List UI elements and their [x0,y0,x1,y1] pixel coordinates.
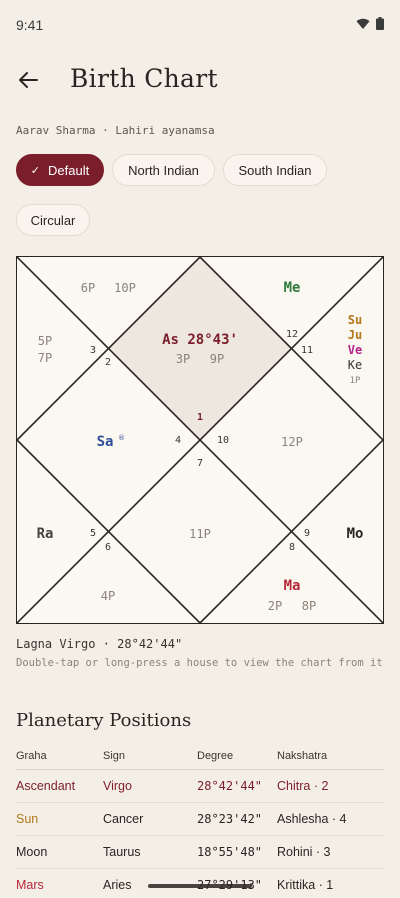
wifi-icon [356,18,370,29]
chip-north-indian[interactable]: North Indian [112,154,215,186]
house-number: 8 [289,542,295,553]
cell-sign: Cancer [103,812,144,826]
chip-south-indian-label: South Indian [238,162,312,178]
house-number: 6 [105,542,111,553]
planet-mo: Mo [347,526,364,542]
point-label: 12P [281,435,303,449]
header-sign: Sign [103,749,126,762]
table-row[interactable]: Sun Cancer 28°23'42" Ashlesha · 4 [16,803,384,836]
cell-graha: Mars [16,878,44,892]
planet-sa: Sa [97,434,114,450]
point-label: 11P [189,527,211,541]
house-number: 9 [304,528,310,539]
app-bar: Birth Chart [0,60,400,100]
table-row[interactable]: Ascendant Virgo 28°42'44" Chitra · 2 [16,770,384,803]
point-label: 4P [101,589,115,603]
header-degree: Degree [197,749,234,762]
birth-chart[interactable]: 1 2 3 4 5 6 7 8 9 10 11 12 3P 9P 6P 10P … [16,256,384,624]
point-label: 9P [210,352,224,366]
chart-hint: Double-tap or long-press a house to view… [16,657,383,669]
section-title: Planetary Positions [16,710,192,731]
home-indicator[interactable] [148,884,252,888]
house-number: 1 [197,412,203,423]
lagna-summary: Lagna Virgo · 28°42'44" [16,637,183,651]
chart-svg: 1 2 3 4 5 6 7 8 9 10 11 12 3P 9P 6P 10P … [17,257,383,623]
point-label: 7P [38,351,52,365]
chip-default-label: Default [48,162,90,178]
point-label: 10P [114,281,136,295]
point-label: 6P [81,281,95,295]
status-bar: 9:41 [0,0,400,52]
cell-nakshatra: Krittika · 1 [277,878,334,892]
point-label: 2P [268,599,282,613]
house-number: 5 [90,528,96,539]
arrow-back-icon [19,72,38,88]
point-label: 1P [350,376,361,386]
page-title: Birth Chart [70,64,218,93]
point-label: 3P [176,352,190,366]
cell-degree: 28°42'44" [197,779,263,793]
cell-nakshatra: Ashlesha · 4 [277,812,347,826]
chip-south-indian[interactable]: South Indian [223,154,327,186]
header-graha: Graha [16,749,47,762]
battery-icon [376,17,384,30]
table-row[interactable]: Moon Taurus 18°55'48" Rohini · 3 [16,836,384,869]
cell-sign: Virgo [103,779,132,793]
house-number: 11 [301,345,313,356]
planet-ju: Ju [348,328,362,342]
cell-nakshatra: Chitra · 2 [277,779,329,793]
cell-graha: Sun [16,812,39,826]
ascendant-label: As 28°43' [162,332,238,348]
status-icons [356,17,384,30]
cell-degree: 18°55'48" [197,845,263,859]
planet-ke: Ke [348,358,362,372]
cell-degree: 28°23'42" [197,812,263,826]
cell-sign: Taurus [103,845,141,859]
planet-ma: Ma [284,578,301,594]
house-number: 3 [90,345,96,356]
cell-nakshatra: Rohini · 3 [277,845,331,859]
planet-su: Su [348,313,362,327]
planet-ra: Ra [37,526,54,542]
planet-me: Me [284,280,301,296]
house-number: 4 [175,435,181,446]
point-label: 8P [302,599,316,613]
chip-default[interactable]: ✓ Default [16,154,104,186]
house-number: 7 [197,458,203,469]
house-number: 2 [105,357,111,368]
house-number: 12 [286,329,298,340]
check-icon: ✓ [30,164,40,177]
cell-graha: Ascendant [16,779,76,793]
header-nakshatra: Nakshatra [277,749,328,762]
chip-circular-label: Circular [30,212,76,228]
back-button[interactable] [12,64,44,96]
retrograde-mark: ® [118,434,125,442]
table-header: Graha Sign Degree Nakshatra [16,742,384,770]
planet-ve: Ve [348,343,362,357]
house-number: 10 [217,435,229,446]
chip-circular[interactable]: Circular [16,204,90,236]
cell-graha: Moon [16,845,48,859]
point-label: 5P [38,334,52,348]
planetary-positions-table: Graha Sign Degree Nakshatra Ascendant Vi… [16,742,384,898]
chip-north-indian-label: North Indian [128,162,199,178]
chart-subtitle: Aarav Sharma · Lahiri ayanamsa [16,124,215,137]
status-time: 9:41 [16,17,44,33]
